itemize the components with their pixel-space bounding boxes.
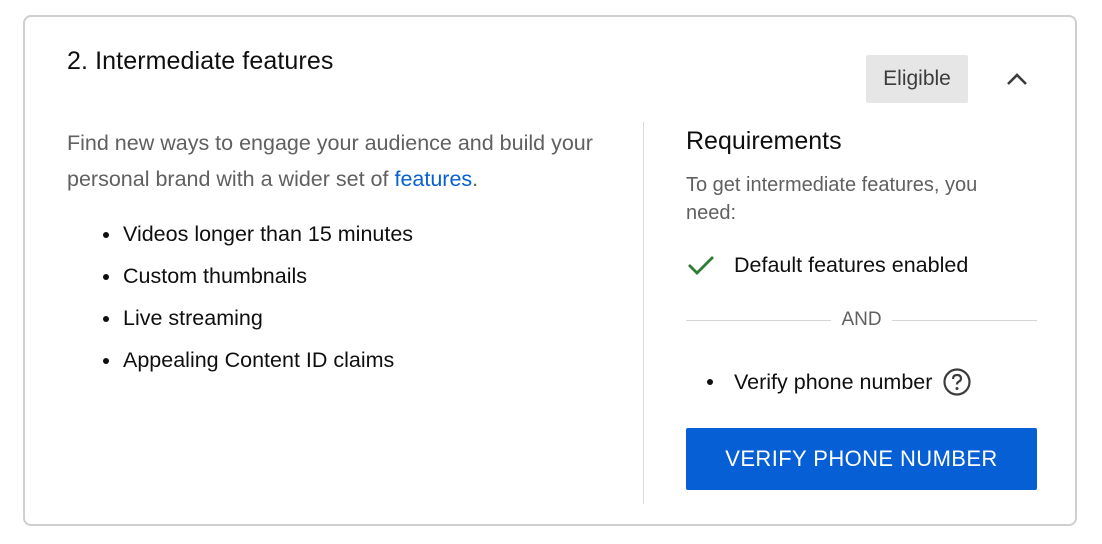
status-badge: Eligible bbox=[866, 55, 968, 103]
list-item: Videos longer than 15 minutes bbox=[67, 213, 413, 255]
description-text: Find new ways to engage your audience an… bbox=[67, 131, 593, 191]
features-link[interactable]: features bbox=[394, 167, 472, 191]
list-item: Appealing Content ID claims bbox=[67, 339, 413, 381]
collapse-button[interactable] bbox=[997, 61, 1037, 97]
verify-phone-button[interactable]: VERIFY PHONE NUMBER bbox=[686, 428, 1037, 490]
card-title: 2. Intermediate features bbox=[67, 47, 334, 75]
separator-label: AND bbox=[841, 309, 882, 330]
separator-line bbox=[891, 319, 1037, 321]
description-suffix: . bbox=[472, 167, 479, 191]
feature-description: Find new ways to engage your audience an… bbox=[67, 125, 607, 197]
requirements-title: Requirements bbox=[686, 127, 842, 155]
requirement-verify-phone: Verify phone number bbox=[686, 365, 972, 399]
requirement-default-features: Default features enabled bbox=[686, 249, 968, 281]
checkmark-icon bbox=[686, 249, 722, 281]
requirement-label: Default features enabled bbox=[734, 252, 969, 277]
bullet bbox=[707, 379, 713, 385]
list-item: Custom thumbnails bbox=[67, 255, 413, 297]
column-divider bbox=[643, 122, 644, 504]
requirement-label: Verify phone number bbox=[734, 369, 933, 394]
feature-list: Videos longer than 15 minutes Custom thu… bbox=[67, 213, 413, 381]
help-circle-icon[interactable] bbox=[942, 367, 972, 397]
separator-line bbox=[686, 319, 832, 321]
and-separator: AND bbox=[686, 307, 1037, 333]
requirements-subtitle: To get intermediate features, you need: bbox=[686, 174, 978, 224]
chevron-up-icon bbox=[1007, 73, 1027, 85]
intermediate-features-card: 2. Intermediate features Eligible Find n… bbox=[23, 15, 1077, 526]
list-item: Live streaming bbox=[67, 297, 413, 339]
